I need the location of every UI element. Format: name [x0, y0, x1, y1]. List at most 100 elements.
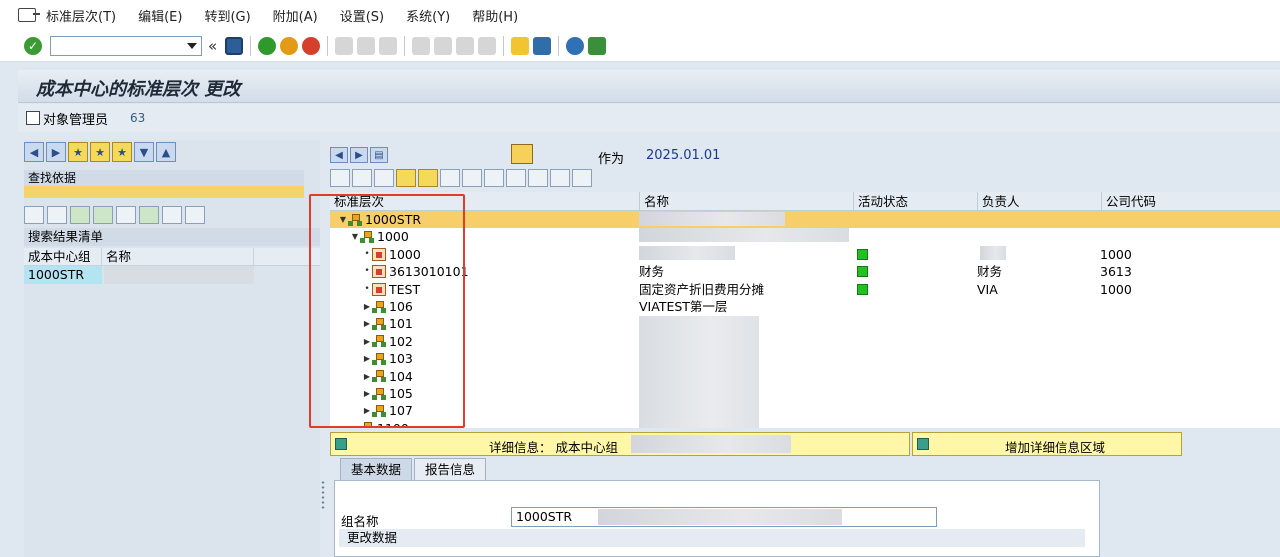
last-page-icon[interactable]: [478, 36, 497, 55]
column-name[interactable]: 名称: [102, 248, 254, 265]
result-group-cell[interactable]: 1000STR: [24, 266, 102, 284]
save-icon[interactable]: [225, 36, 244, 55]
group-name-label: 组名称: [341, 514, 379, 529]
detail-cost-center-group-bar[interactable]: 详细信息： 成本中心组: [330, 432, 910, 456]
delete-icon[interactable]: [374, 169, 394, 187]
hierarchy-overview-icon[interactable]: ▤: [370, 147, 388, 163]
add-detail-icon: [917, 438, 929, 450]
active-status-icon: [857, 248, 868, 260]
tree-row[interactable]: ▼ 1000STR: [330, 211, 1280, 228]
group-name-field[interactable]: 1000STR: [511, 507, 937, 527]
exit-app-icon[interactable]: [18, 8, 40, 22]
tree-row[interactable]: ▶ 106 VIATEST第一层: [330, 298, 1280, 315]
column-active-status[interactable]: 活动状态: [853, 192, 977, 211]
tab-basic-data[interactable]: 基本数据: [340, 458, 413, 480]
display-change-icon[interactable]: 63: [130, 111, 145, 125]
move-down-icon[interactable]: [418, 169, 438, 187]
menu-help[interactable]: 帮助(H): [472, 6, 518, 25]
menu-bar: 标准层次(T) 编辑(E) 转到(G) 附加(A) 设置(S) 系统(Y) 帮助…: [0, 0, 1280, 30]
tree-row[interactable]: • 1000 1000: [330, 246, 1280, 263]
menu-extras[interactable]: 附加(A): [273, 6, 318, 25]
back-icon[interactable]: [258, 36, 277, 55]
print-icon[interactable]: [335, 36, 354, 55]
copy-icon[interactable]: [352, 169, 372, 187]
previous-page-icon[interactable]: [434, 36, 453, 55]
search-by-selected[interactable]: [24, 186, 304, 198]
collapse-command-icon[interactable]: «: [208, 37, 217, 55]
tab-report-info[interactable]: 报告信息: [414, 458, 487, 480]
company-code-cell: 1000: [1100, 281, 1132, 297]
find-next-icon[interactable]: [379, 36, 398, 55]
menu-settings[interactable]: 设置(S): [340, 6, 384, 25]
command-field[interactable]: [50, 35, 202, 56]
help-icon[interactable]: [566, 36, 585, 55]
tree-row[interactable]: • TEST 固定资产折旧费用分摊 VIA 1000: [330, 281, 1280, 298]
column-tree-name[interactable]: 名称: [639, 192, 853, 211]
details-icon[interactable]: [24, 206, 44, 224]
exit-icon[interactable]: [280, 36, 299, 55]
menu-system[interactable]: 系统(Y): [406, 6, 450, 25]
expand-all-icon[interactable]: [484, 169, 504, 187]
table-row[interactable]: 1000STR: [24, 266, 320, 284]
hierarchy-back-icon[interactable]: ◀: [330, 147, 348, 163]
menu-standard-hierarchy[interactable]: 标准层次(T): [46, 6, 116, 25]
detail-toggle-icon: [335, 438, 347, 450]
expand-icon[interactable]: ▼: [134, 142, 154, 162]
first-page-icon[interactable]: [412, 36, 431, 55]
export-icon[interactable]: [185, 206, 205, 224]
collapse-all-icon[interactable]: [506, 169, 526, 187]
insert-group-icon[interactable]: [440, 169, 460, 187]
shortcut-icon[interactable]: [533, 36, 552, 55]
column-cost-center-group[interactable]: 成本中心组: [24, 248, 102, 265]
screen-title-bar: 成本中心的标准层次 更改: [18, 70, 1280, 103]
menu-edit[interactable]: 编辑(E): [138, 6, 182, 25]
find-list-icon[interactable]: [47, 206, 67, 224]
delete-favorite-icon[interactable]: ★: [112, 142, 132, 162]
layout-menu-icon[interactable]: [588, 36, 607, 55]
command-dropdown-icon[interactable]: [187, 42, 197, 49]
tree-row[interactable]: ▶ 102: [330, 333, 1280, 350]
search-by-label: 查找依据: [24, 170, 304, 186]
tree-row[interactable]: • 3613010101 财务 财务 3613: [330, 263, 1280, 280]
favorite-icon[interactable]: ★: [90, 142, 110, 162]
insert-cost-center-icon[interactable]: [462, 169, 482, 187]
next-page-icon[interactable]: [456, 36, 475, 55]
menu-goto[interactable]: 转到(G): [204, 6, 250, 25]
sort-ascending-icon[interactable]: [70, 206, 90, 224]
layout-icon[interactable]: [572, 169, 592, 187]
node-name: VIATEST第一层: [639, 299, 728, 314]
print-hierarchy-icon[interactable]: [528, 169, 548, 187]
print-list-icon[interactable]: [162, 206, 182, 224]
column-company-code[interactable]: 公司代码: [1101, 192, 1221, 211]
column-owner[interactable]: 负责人: [977, 192, 1101, 211]
tree-row[interactable]: ▶ 103: [330, 350, 1280, 367]
hierarchy-nav-bar: ◀ ▶ ▤ 作为 2025.01.01: [330, 143, 1280, 167]
tree-row[interactable]: ▶ 105: [330, 385, 1280, 402]
page-title: 成本中心的标准层次 更改: [36, 79, 241, 100]
cancel-icon[interactable]: [302, 36, 321, 55]
tree-row[interactable]: ▶ 101: [330, 315, 1280, 332]
calendar-icon[interactable]: [511, 144, 533, 164]
tree-row[interactable]: ▶1100: [330, 420, 1280, 428]
add-favorite-icon[interactable]: ★: [68, 142, 88, 162]
add-detail-area-bar[interactable]: 增加详细信息区域: [912, 432, 1182, 456]
spreadsheet-icon[interactable]: [550, 169, 570, 187]
hierarchy-forward-icon[interactable]: ▶: [350, 147, 368, 163]
create-icon[interactable]: [330, 169, 350, 187]
hierarchy-toolbar: [330, 168, 594, 188]
filter-icon[interactable]: [116, 206, 136, 224]
right-arrow-icon[interactable]: ▶: [46, 142, 66, 162]
sort-descending-icon[interactable]: [93, 206, 113, 224]
application-toolbar: 对象管理员 63: [18, 104, 1280, 132]
enter-check-icon[interactable]: ✓: [24, 36, 42, 55]
left-arrow-icon[interactable]: ◀: [24, 142, 44, 162]
object-manager-button[interactable]: 对象管理员: [26, 109, 108, 128]
find-icon[interactable]: [357, 36, 376, 55]
new-session-icon[interactable]: [511, 36, 530, 55]
tree-row[interactable]: ▶ 107: [330, 402, 1280, 419]
splitter-handle[interactable]: [320, 480, 326, 510]
move-up-icon[interactable]: [396, 169, 416, 187]
collapse-icon[interactable]: ▲: [156, 142, 176, 162]
sum-icon[interactable]: [139, 206, 159, 224]
tree-row[interactable]: ▶ 104: [330, 368, 1280, 385]
